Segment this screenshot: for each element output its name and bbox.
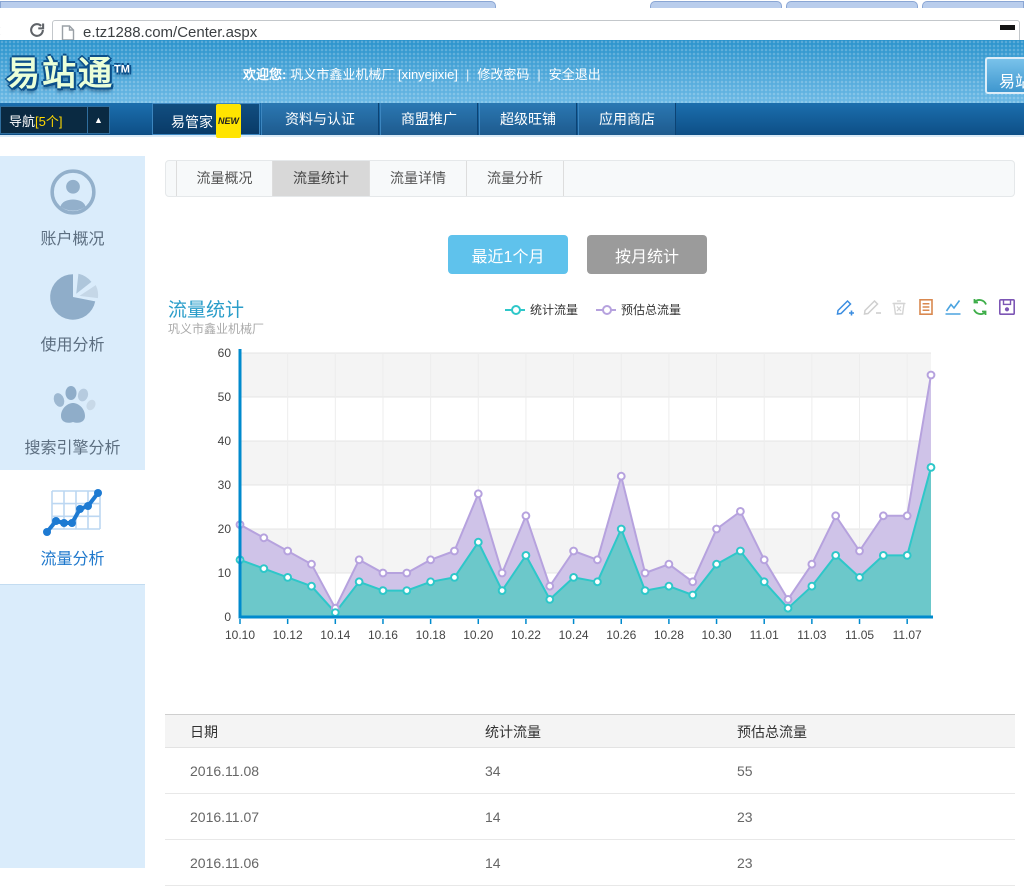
svg-text:10.28: 10.28 bbox=[654, 628, 684, 642]
legend-marker-teal-icon bbox=[505, 309, 525, 311]
nav-item-shop[interactable]: 超级旺铺 bbox=[479, 103, 577, 135]
tab-traffic-overview[interactable]: 流量概况 bbox=[176, 161, 273, 196]
browser-tab[interactable] bbox=[650, 1, 782, 8]
browser-address-row: ‹ e.tz1288.com/Center.aspx bbox=[0, 8, 1024, 40]
traffic-area-chart[interactable]: 10.10 10.12 10.14 10.16 10.18 10.20 10.22 10.24… bbox=[162, 345, 1022, 645]
main-nav: 导航[5个] ▲ 易管家NEW 资料与认证 商盟推广 超级旺铺 应用商店 bbox=[0, 103, 1024, 137]
sidebar-item-account-overview[interactable]: 账户概况 bbox=[0, 156, 145, 261]
save-image-icon[interactable] bbox=[997, 297, 1017, 317]
browser-tab[interactable] bbox=[922, 1, 1024, 8]
line-chart-toggle-icon[interactable] bbox=[943, 297, 963, 317]
traffic-table: 日期 统计流量 预估总流量 2016.11.08 34 55 2016.11.0… bbox=[165, 714, 1015, 886]
sidebar-group-bottom bbox=[0, 584, 145, 868]
logo-tm-mark: TM bbox=[114, 64, 130, 76]
nav-item-yiguanjia[interactable]: 易管家NEW bbox=[152, 103, 260, 135]
corner-button[interactable]: 易站 bbox=[985, 57, 1024, 94]
url-text: e.tz1288.com/Center.aspx bbox=[83, 24, 257, 41]
nav-item-alliance[interactable]: 商盟推广 bbox=[380, 103, 478, 135]
chart-subtitle: 巩义市鑫业机械厂 bbox=[168, 320, 264, 337]
sidebar-item-search-engine-analysis[interactable]: 搜索引擎分析 bbox=[0, 365, 145, 470]
svg-text:10.10: 10.10 bbox=[225, 628, 255, 642]
site-logo[interactable]: 易站通TM bbox=[6, 46, 130, 95]
svg-text:10.16: 10.16 bbox=[368, 628, 398, 642]
svg-text:40: 40 bbox=[218, 434, 232, 448]
col-header-estimated-total: 预估总流量 bbox=[737, 715, 807, 749]
recent-month-button[interactable]: 最近1个月 bbox=[448, 235, 568, 274]
sidebar-group-top: 账户概况 使用分析 搜索引擎分析 bbox=[0, 156, 145, 470]
svg-text:50: 50 bbox=[218, 390, 232, 404]
svg-text:60: 60 bbox=[218, 346, 232, 360]
tab-traffic-details[interactable]: 流量详情 bbox=[370, 161, 467, 196]
nav-item-appstore[interactable]: 应用商店 bbox=[578, 103, 676, 135]
browser-tab-strip bbox=[0, 0, 1024, 8]
mark-pencil-add-icon[interactable] bbox=[835, 297, 855, 317]
pie-chart-icon bbox=[47, 271, 99, 323]
tab-traffic-statistics[interactable]: 流量统计 bbox=[273, 161, 370, 196]
svg-text:10.12: 10.12 bbox=[273, 628, 303, 642]
chart-toolbox bbox=[835, 297, 1017, 317]
table-row[interactable]: 2016.11.06 14 23 bbox=[165, 840, 1015, 886]
browser-tab[interactable] bbox=[0, 1, 496, 8]
browser-tab[interactable] bbox=[786, 1, 918, 8]
nav-toggle[interactable]: 导航[5个] ▲ bbox=[0, 106, 110, 134]
table-row[interactable]: 2016.11.07 14 23 bbox=[165, 794, 1015, 840]
new-badge: NEW bbox=[216, 104, 241, 138]
sidebar-item-usage-analysis[interactable]: 使用分析 bbox=[0, 261, 145, 366]
refresh-icon[interactable] bbox=[970, 297, 990, 317]
paw-icon bbox=[46, 378, 100, 426]
company-name: 巩义市鑫业机械厂 [xinyejixie] bbox=[290, 67, 458, 82]
data-view-icon[interactable] bbox=[916, 297, 936, 317]
chart-title: 流量统计 bbox=[168, 295, 244, 322]
legend-item-estimated-total-traffic[interactable]: 预估总流量 bbox=[596, 301, 681, 318]
svg-text:10.24: 10.24 bbox=[559, 628, 589, 642]
svg-text:10.22: 10.22 bbox=[511, 628, 541, 642]
svg-text:11.05: 11.05 bbox=[845, 628, 874, 642]
svg-text:11.07: 11.07 bbox=[893, 628, 922, 642]
svg-text:10.14: 10.14 bbox=[320, 628, 350, 642]
back-arrow-icon[interactable]: ‹ bbox=[0, 20, 1, 41]
table-row[interactable]: 2016.11.08 34 55 bbox=[165, 748, 1015, 794]
svg-text:30: 30 bbox=[218, 478, 232, 492]
nav-count: [5个] bbox=[35, 114, 62, 129]
welcome-label: 欢迎您: bbox=[243, 67, 286, 82]
col-header-date: 日期 bbox=[190, 715, 218, 749]
nav-toggle-label: 导航 bbox=[9, 114, 35, 129]
chart-legend: 统计流量 预估总流量 bbox=[505, 301, 681, 318]
table-header-row: 日期 统计流量 预估总流量 bbox=[165, 714, 1015, 748]
svg-text:10.30: 10.30 bbox=[702, 628, 732, 642]
svg-text:10.18: 10.18 bbox=[416, 628, 446, 642]
page-icon bbox=[61, 25, 75, 41]
col-header-statistical-traffic: 统计流量 bbox=[485, 715, 541, 749]
svg-text:20: 20 bbox=[218, 522, 232, 536]
mark-pencil-remove-icon[interactable] bbox=[862, 297, 882, 317]
sidebar-item-traffic-analysis[interactable]: 流量分析 bbox=[0, 470, 145, 584]
svg-text:11.01: 11.01 bbox=[750, 628, 779, 642]
reload-icon[interactable] bbox=[28, 21, 46, 39]
svg-text:10.26: 10.26 bbox=[606, 628, 636, 642]
svg-text:0: 0 bbox=[224, 610, 231, 624]
user-icon bbox=[48, 167, 98, 217]
window-minimize-icon[interactable] bbox=[1000, 25, 1015, 30]
site-header: 易站通TM 欢迎您:巩义市鑫业机械厂 [xinyejixie]|修改密码|安全退… bbox=[0, 40, 1024, 103]
change-password-link[interactable]: 修改密码 bbox=[477, 67, 529, 82]
line-chart-icon bbox=[42, 485, 104, 539]
collapse-arrow-icon[interactable]: ▲ bbox=[87, 107, 109, 133]
nav-item-credentials[interactable]: 资料与认证 bbox=[261, 103, 379, 135]
by-month-button[interactable]: 按月统计 bbox=[587, 235, 707, 274]
legend-marker-purple-icon bbox=[596, 309, 616, 311]
logout-link[interactable]: 安全退出 bbox=[549, 67, 601, 82]
welcome-bar: 欢迎您:巩义市鑫业机械厂 [xinyejixie]|修改密码|安全退出 bbox=[243, 64, 601, 83]
svg-text:11.03: 11.03 bbox=[797, 628, 826, 642]
tab-traffic-analysis[interactable]: 流量分析 bbox=[467, 161, 564, 196]
traffic-tab-bar: 流量概况 流量统计 流量详情 流量分析 bbox=[165, 160, 1015, 197]
clear-marks-trash-icon[interactable] bbox=[889, 297, 909, 317]
svg-text:10.20: 10.20 bbox=[463, 628, 493, 642]
legend-item-statistical-traffic[interactable]: 统计流量 bbox=[505, 301, 578, 318]
svg-text:10: 10 bbox=[218, 566, 232, 580]
